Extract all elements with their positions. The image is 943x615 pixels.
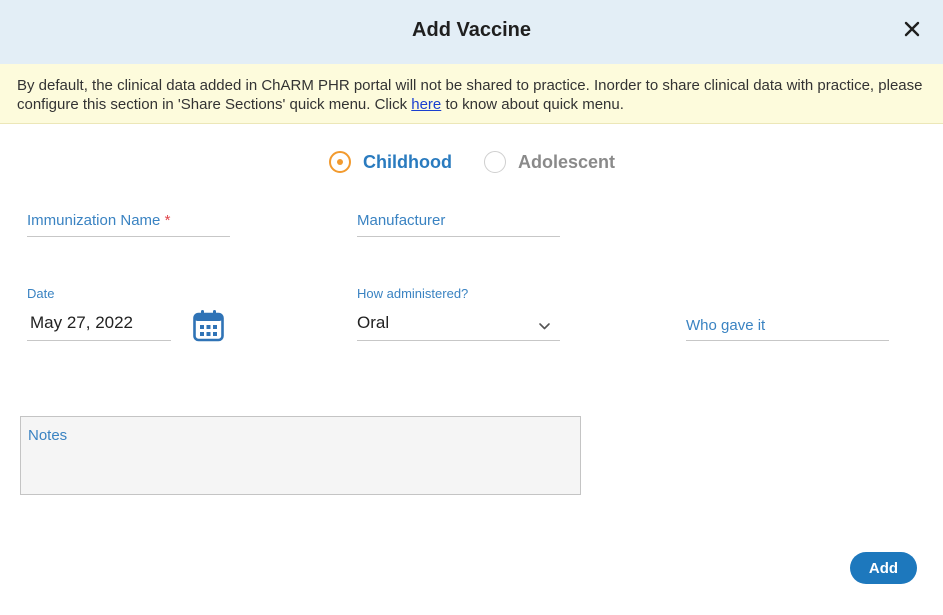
dialog-header: Add Vaccine xyxy=(0,0,943,64)
radio-adolescent[interactable]: Adolescent xyxy=(484,151,615,173)
who-gave-it-label: Who gave it xyxy=(686,317,766,334)
radio-selected-icon xyxy=(329,151,351,173)
radio-unselected-icon xyxy=(484,151,506,173)
chevron-down-icon[interactable] xyxy=(538,318,551,330)
radio-childhood[interactable]: Childhood xyxy=(329,151,452,173)
date-value: May 27, 2022 xyxy=(30,313,134,332)
required-marker: * xyxy=(164,212,171,229)
immunization-name-field[interactable]: Immunization Name * xyxy=(27,206,230,237)
sharing-notice: By default, the clinical data added in C… xyxy=(0,64,943,124)
notice-text-end: to know about quick menu. xyxy=(441,96,624,113)
who-gave-it-field[interactable]: Who gave it xyxy=(686,310,889,341)
notes-placeholder: Notes xyxy=(28,427,68,444)
immunization-name-label: Immunization Name * xyxy=(27,212,171,229)
calendar-icon[interactable] xyxy=(193,309,224,342)
date-field[interactable]: May 27, 2022 xyxy=(27,306,171,341)
notes-textarea[interactable]: Notes xyxy=(20,416,581,495)
age-group-radio-group: Childhood Adolescent xyxy=(0,151,943,179)
close-icon[interactable] xyxy=(903,20,921,38)
add-button[interactable]: Add xyxy=(850,552,917,584)
radio-adolescent-label: Adolescent xyxy=(518,151,616,172)
date-label: Date xyxy=(27,286,55,301)
manufacturer-label: Manufacturer xyxy=(357,212,446,229)
dialog-title: Add Vaccine xyxy=(412,19,531,41)
notice-here-link[interactable]: here xyxy=(411,96,441,113)
how-administered-label: How administered? xyxy=(357,286,469,301)
how-administered-value: Oral xyxy=(357,313,390,332)
how-administered-select[interactable]: Oral xyxy=(357,306,560,341)
manufacturer-field[interactable]: Manufacturer xyxy=(357,206,560,237)
radio-childhood-label: Childhood xyxy=(363,151,452,172)
